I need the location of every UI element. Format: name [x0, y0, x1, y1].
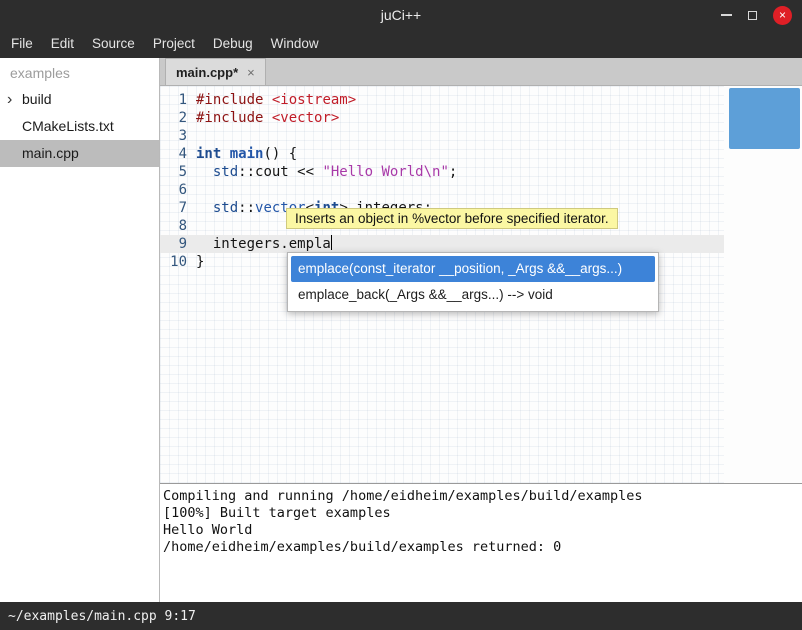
- code-text: std::cout << "Hello World\n";: [196, 163, 457, 181]
- hover-tooltip: Inserts an object in %vector before spec…: [286, 208, 618, 229]
- token: #include: [196, 92, 263, 108]
- tab-main-cpp[interactable]: main.cpp* ×: [165, 58, 266, 85]
- menu-item-source[interactable]: Source: [83, 30, 144, 58]
- close-glyph: ×: [779, 9, 786, 21]
- code-text: integers.empla: [196, 235, 332, 253]
- code-line-9[interactable]: 9 integers.empla: [160, 235, 724, 253]
- tab-label: main.cpp*: [176, 65, 238, 80]
- terminal-output: Compiling and running /home/eidheim/exam…: [163, 488, 799, 556]
- status-bar: ~/examples/main.cpp 9:17: [0, 602, 802, 630]
- line-number: 6: [160, 181, 196, 199]
- token: main: [230, 146, 264, 162]
- terminal-line: /home/eidheim/examples/build/examples re…: [163, 539, 799, 556]
- menu-item-project[interactable]: Project: [144, 30, 204, 58]
- title-bar: juCi++ ×: [0, 0, 802, 30]
- token: [263, 110, 271, 126]
- menu-item-debug[interactable]: Debug: [204, 30, 262, 58]
- file-label: build: [22, 91, 52, 107]
- token: <iostream>: [272, 92, 356, 108]
- line-number: 2: [160, 109, 196, 127]
- text-cursor: [331, 235, 332, 250]
- terminal-line: Compiling and running /home/eidheim/exam…: [163, 488, 799, 505]
- terminal-line: [100%] Built target examples: [163, 505, 799, 522]
- code-text: #include <iostream>: [196, 91, 356, 109]
- code-line-3[interactable]: 3: [160, 127, 724, 145]
- project-name: examples: [0, 58, 159, 86]
- sidebar: examples › build CMakeLists.txt main.cpp: [0, 58, 160, 602]
- code-text: }: [196, 253, 204, 271]
- code-text: int main() {: [196, 145, 297, 163]
- token: }: [196, 254, 204, 270]
- terminal-panel[interactable]: Compiling and running /home/eidheim/exam…: [160, 483, 802, 602]
- token: [196, 164, 213, 180]
- status-file-position: ~/examples/main.cpp 9:17: [8, 609, 196, 624]
- line-number: 8: [160, 217, 196, 235]
- line-number: 4: [160, 145, 196, 163]
- token: [263, 92, 271, 108]
- line-number: 5: [160, 163, 196, 181]
- completion-item[interactable]: emplace_back(_Args &&__args...) --> void: [291, 282, 655, 308]
- code-area: 1#include <iostream>2#include <vector>34…: [160, 86, 724, 271]
- file-tree: › build CMakeLists.txt main.cpp: [0, 86, 159, 167]
- code-line-4[interactable]: 4int main() {: [160, 145, 724, 163]
- menu-item-edit[interactable]: Edit: [42, 30, 83, 58]
- code-line-6[interactable]: 6: [160, 181, 724, 199]
- token: ::cout <<: [238, 164, 322, 180]
- token: <vector>: [272, 110, 339, 126]
- app-window: juCi++ × FileEditSourceProjectDebugWindo…: [0, 0, 802, 630]
- terminal-line: Hello World: [163, 522, 799, 539]
- token: int: [196, 146, 221, 162]
- file-label: CMakeLists.txt: [22, 118, 114, 134]
- token: std: [213, 164, 238, 180]
- window-title: juCi++: [381, 7, 421, 23]
- line-number: 10: [160, 253, 196, 271]
- menu-item-file[interactable]: File: [2, 30, 42, 58]
- completion-popup: emplace(const_iterator __position, _Args…: [287, 252, 659, 312]
- file-label: main.cpp: [22, 145, 79, 161]
- line-number: 3: [160, 127, 196, 145]
- restore-icon[interactable]: [748, 11, 757, 20]
- chevron-right-icon[interactable]: ›: [7, 86, 12, 113]
- scrollbar-thumb[interactable]: [729, 88, 800, 149]
- token: [196, 200, 213, 216]
- code-text: #include <vector>: [196, 109, 339, 127]
- completion-item[interactable]: emplace(const_iterator __position, _Args…: [291, 256, 655, 282]
- token: ;: [449, 164, 457, 180]
- close-icon[interactable]: ×: [773, 6, 792, 25]
- menu-item-window[interactable]: Window: [262, 30, 328, 58]
- code-editor[interactable]: 1#include <iostream>2#include <vector>34…: [160, 86, 802, 483]
- line-number: 9: [160, 235, 196, 253]
- tab-close-icon[interactable]: ×: [247, 65, 255, 80]
- code-line-1[interactable]: 1#include <iostream>: [160, 91, 724, 109]
- sidebar-item-main-cpp[interactable]: main.cpp: [0, 140, 159, 167]
- sidebar-item-build[interactable]: › build: [0, 86, 159, 113]
- sidebar-item-cmakelists-txt[interactable]: CMakeLists.txt: [0, 113, 159, 140]
- tab-bar: main.cpp* ×: [160, 58, 802, 86]
- token: [221, 146, 229, 162]
- line-number: 7: [160, 199, 196, 217]
- line-number: 1: [160, 91, 196, 109]
- main-area: examples › build CMakeLists.txt main.cpp ma…: [0, 58, 802, 602]
- token: integers.empla: [196, 236, 331, 252]
- window-controls: ×: [721, 0, 792, 30]
- token: "Hello World\n": [322, 164, 448, 180]
- token: #include: [196, 110, 263, 126]
- token: std: [213, 200, 238, 216]
- code-line-2[interactable]: 2#include <vector>: [160, 109, 724, 127]
- menu-bar: FileEditSourceProjectDebugWindow: [0, 30, 802, 58]
- token: ::: [238, 200, 255, 216]
- token: () {: [263, 146, 297, 162]
- scrollbar-track[interactable]: [724, 86, 802, 483]
- code-line-5[interactable]: 5 std::cout << "Hello World\n";: [160, 163, 724, 181]
- minimize-icon[interactable]: [721, 14, 732, 16]
- editor-column: main.cpp* × 1#include <iostream>2#includ…: [160, 58, 802, 602]
